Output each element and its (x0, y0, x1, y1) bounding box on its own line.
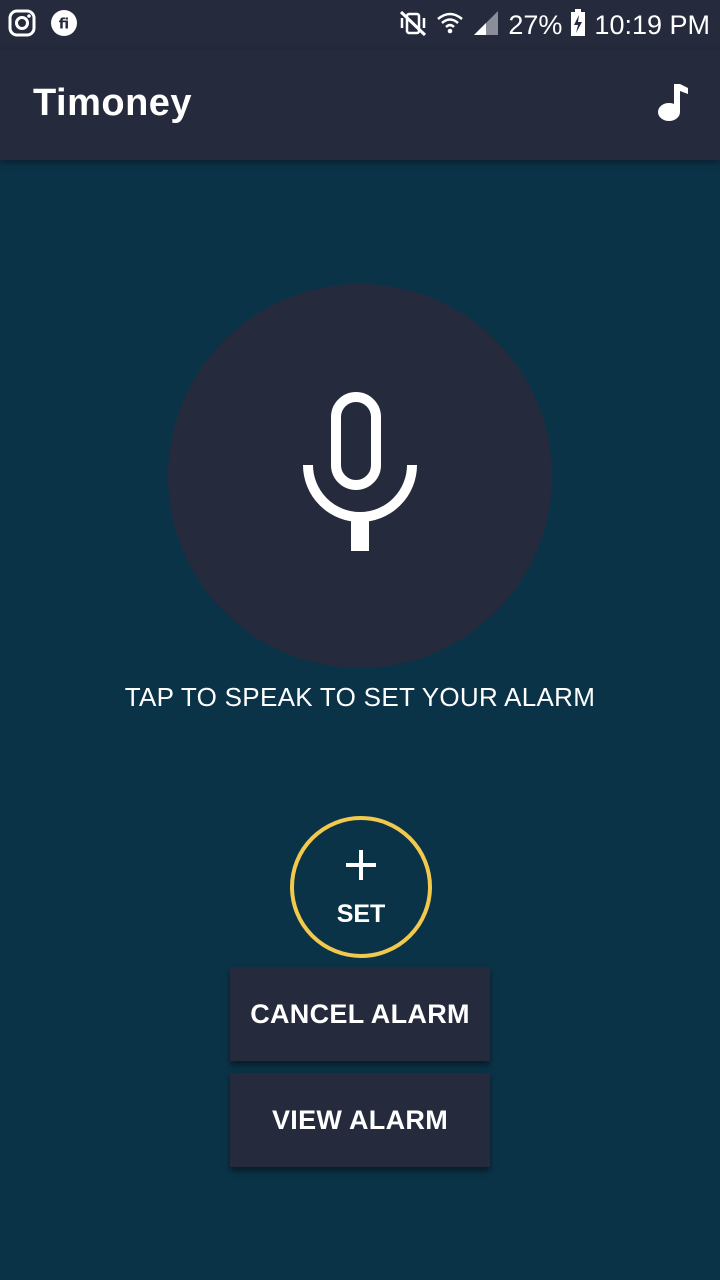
wifi-icon (436, 9, 464, 42)
app-title: Timoney (33, 82, 193, 124)
mic-button[interactable] (168, 284, 552, 668)
status-right: 27% 10:19 PM (398, 0, 710, 50)
music-note-icon (658, 84, 688, 121)
status-bar: fi 27% 10:19 PM (0, 0, 720, 50)
battery-percent: 27% (508, 9, 563, 40)
music-button[interactable] (652, 80, 692, 126)
speak-prompt: TAP TO SPEAK TO SET YOUR ALARM (124, 682, 596, 712)
cancel-alarm-button[interactable]: CANCEL ALARM (230, 967, 490, 1061)
signal-icon (472, 9, 500, 42)
app-bar: Timoney (0, 50, 720, 160)
fi-icon: fi (50, 9, 78, 42)
status-left-icons: fi (8, 9, 78, 42)
battery-charging-icon (570, 8, 586, 42)
set-label: SET (336, 900, 386, 928)
view-alarm-button[interactable]: VIEW ALARM (230, 1073, 490, 1167)
vibrate-mute-icon (398, 9, 428, 42)
set-alarm-button[interactable]: SET (290, 816, 432, 958)
microphone-icon (298, 389, 422, 560)
plus-icon (344, 848, 378, 887)
svg-text:fi: fi (59, 16, 69, 32)
status-time: 10:19 PM (594, 9, 710, 40)
instagram-icon (8, 9, 36, 42)
